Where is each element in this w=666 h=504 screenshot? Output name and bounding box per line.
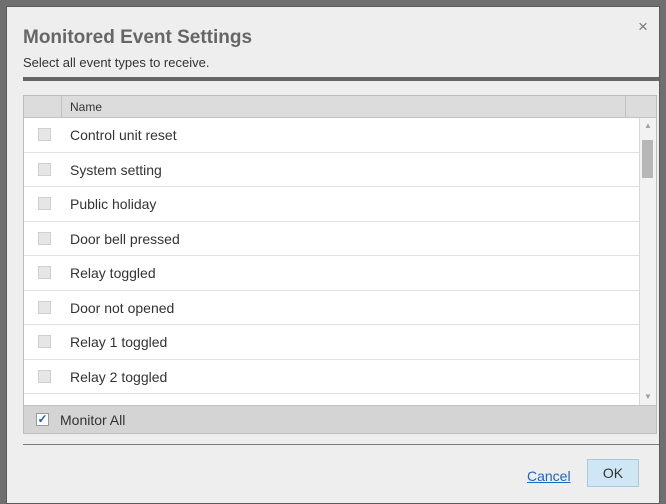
row-label: Relay toggled (70, 265, 156, 281)
dialog-subtitle: Select all event types to receive. (23, 55, 210, 70)
table-row[interactable]: System setting (24, 153, 639, 187)
row-checkbox[interactable] (38, 335, 51, 348)
checkmark-icon: ✓ (37, 412, 48, 426)
header-checkbox-column (24, 96, 62, 117)
scrollbar-thumb[interactable] (642, 140, 653, 178)
row-checkbox[interactable] (38, 300, 51, 314)
header-end-column (625, 96, 656, 117)
row-checkbox[interactable] (38, 231, 51, 245)
row-checkbox[interactable] (38, 128, 51, 141)
footer-divider (23, 444, 659, 445)
row-checkbox[interactable] (38, 369, 51, 383)
row-label: System setting (70, 161, 162, 178)
scroll-down-icon[interactable]: ▼ (640, 391, 656, 403)
table-row[interactable]: Door not opened (24, 291, 639, 325)
monitor-all-checkbox[interactable]: ✓ (36, 413, 49, 426)
table-header: Name (24, 96, 656, 118)
row-label: Public holiday (70, 196, 157, 212)
row-checkbox[interactable] (38, 162, 51, 176)
table-row[interactable]: Control unit reset (24, 118, 639, 153)
monitor-all-row[interactable]: ✓ Monitor All (24, 405, 656, 433)
table-row[interactable]: Relay toggled (24, 256, 639, 291)
event-types-table: Name Control unit reset System setting P… (23, 95, 657, 434)
scroll-up-icon[interactable]: ▲ (640, 120, 656, 132)
dialog-title: Monitored Event Settings (23, 27, 253, 48)
cancel-button[interactable]: Cancel (527, 468, 571, 484)
event-list: Control unit reset System setting Public… (24, 118, 639, 405)
monitor-all-label: Monitor All (60, 412, 126, 428)
row-label: Door bell pressed (70, 230, 180, 247)
row-checkbox[interactable] (38, 266, 51, 279)
table-row[interactable]: Door bell pressed (24, 222, 639, 256)
row-checkbox[interactable] (38, 197, 51, 210)
table-row[interactable]: Relay 1 toggled (24, 325, 639, 360)
monitored-event-settings-dialog: Monitored Event Settings Select all even… (6, 6, 660, 504)
close-icon[interactable]: × (635, 18, 651, 35)
ok-button[interactable]: OK (587, 459, 639, 487)
row-label: Control unit reset (70, 127, 177, 143)
header-divider (23, 77, 659, 81)
table-row[interactable]: Relay 2 toggled (24, 360, 639, 394)
row-label: Relay 1 toggled (70, 334, 168, 350)
vertical-scrollbar[interactable]: ▲ ▼ (639, 118, 656, 405)
table-row[interactable]: Public holiday (24, 187, 639, 222)
column-header-name[interactable]: Name (70, 100, 102, 114)
row-label: Relay 2 toggled (70, 368, 168, 385)
row-label: Door not opened (70, 299, 175, 316)
